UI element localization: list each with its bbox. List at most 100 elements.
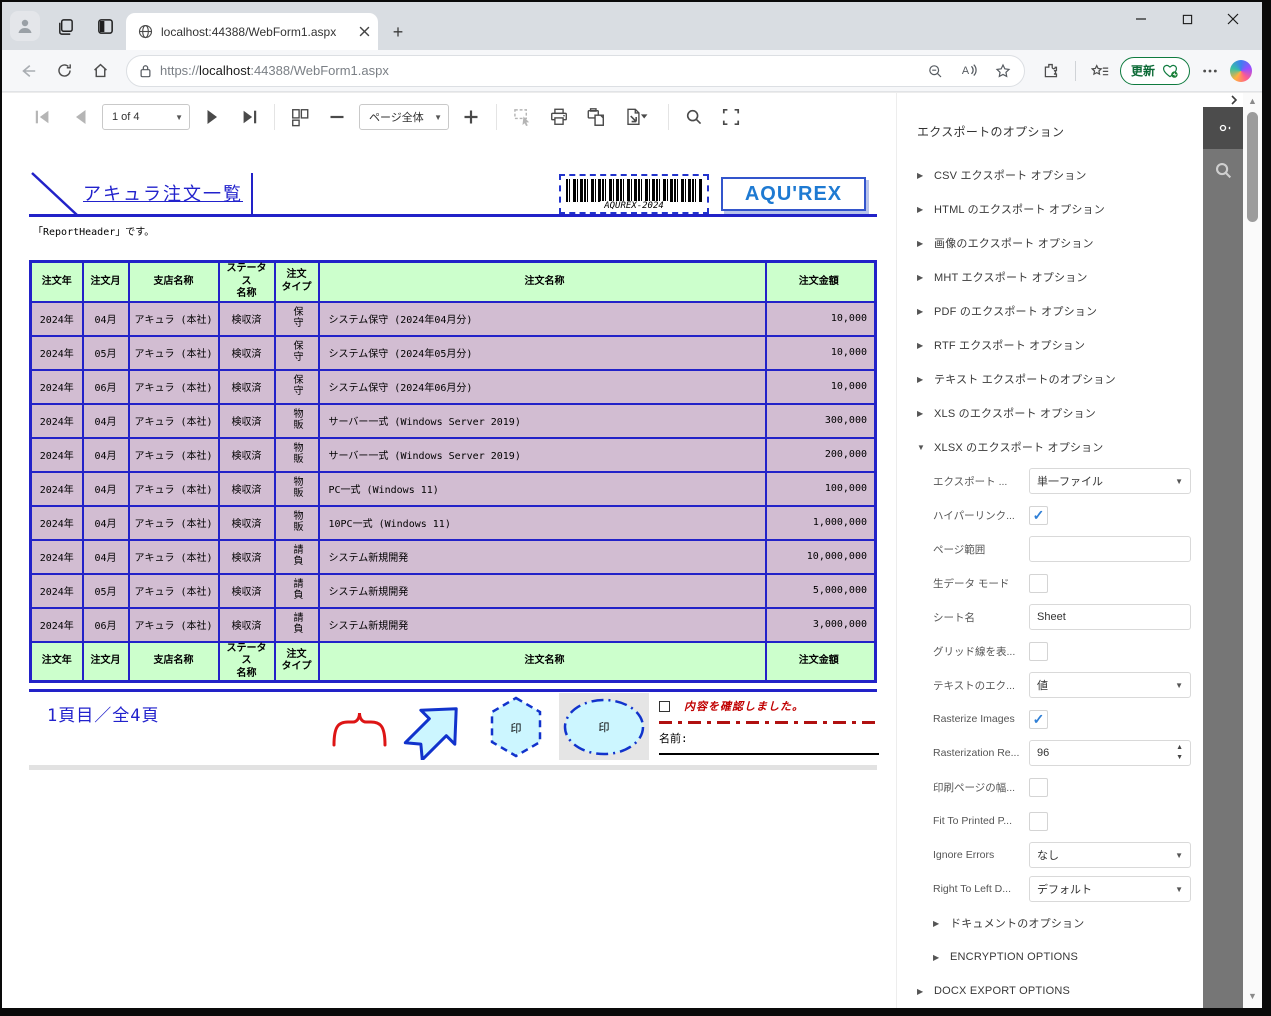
table-row: 2024年 05月 アキュラ (本社) 検収済 請負 システム新規開発 5,00… bbox=[29, 572, 877, 609]
print-page-setup-button[interactable] bbox=[581, 103, 611, 131]
export-section-header[interactable]: ▶ CSV エクスポート オプション bbox=[917, 158, 1203, 192]
highlight-editing-fields-button[interactable] bbox=[507, 103, 537, 131]
next-page-button[interactable] bbox=[197, 103, 227, 131]
field-label: Right To Left D... bbox=[933, 883, 1012, 895]
previous-page-button[interactable] bbox=[65, 103, 95, 131]
collapse-panel-button[interactable] bbox=[1203, 93, 1243, 107]
order-table: 注文年 注文月 支店名称 ステータス 名称 注文 タイプ 注文名称 注文金額 2… bbox=[29, 260, 877, 683]
chevron-down-icon: ▼ bbox=[175, 112, 183, 122]
spinner-arrows[interactable]: ▲ ▼ bbox=[1176, 743, 1183, 763]
tab-close-icon[interactable] bbox=[359, 26, 370, 37]
chevron-down-icon: ▼ bbox=[1175, 476, 1183, 486]
search-tab[interactable] bbox=[1203, 149, 1243, 191]
field-label: ハイパーリンク... bbox=[933, 509, 1015, 522]
minimize-button[interactable] bbox=[1118, 2, 1164, 36]
chevron-right-icon: ▶ bbox=[917, 374, 924, 384]
table-row: 2024年 04月 アキュラ (本社) 検収済 保守 システム保守 (2024年… bbox=[29, 300, 877, 337]
print-button[interactable] bbox=[544, 103, 574, 131]
update-label: 更新 bbox=[1130, 64, 1155, 78]
maximize-button[interactable] bbox=[1164, 2, 1210, 36]
address-bar[interactable]: https://localhost:44388/WebForm1.aspx A bbox=[126, 54, 1025, 87]
star-icon bbox=[995, 63, 1011, 78]
options-tab[interactable] bbox=[1203, 107, 1243, 149]
export-section-header[interactable]: ▶ HTML のエクスポート オプション bbox=[917, 192, 1203, 226]
page-select[interactable]: 1 of 4 ▼ bbox=[102, 104, 190, 130]
export-section-header[interactable]: ▶ DOCX EXPORT OPTIONS bbox=[917, 974, 1203, 1008]
hyperlink-checkbox[interactable]: ✓ bbox=[1029, 505, 1048, 525]
tab-actions-button[interactable] bbox=[90, 11, 120, 41]
right-to-left-select[interactable]: デフォルト ▼ bbox=[1029, 876, 1191, 902]
zoom-in-button[interactable] bbox=[456, 103, 486, 131]
zoom-out-button[interactable] bbox=[322, 103, 352, 131]
export-section-header[interactable]: ▶ RTF エクスポート オプション bbox=[917, 328, 1203, 362]
chevron-right-icon: ▶ bbox=[933, 952, 940, 962]
table-row: 2024年 04月 アキュラ (本社) 検収済 請負 システム新規開発 10,0… bbox=[29, 538, 877, 575]
page-range-input[interactable] bbox=[1029, 536, 1191, 562]
print-page-width-checkbox[interactable] bbox=[1029, 777, 1048, 797]
url-text[interactable]: https://localhost:44388/WebForm1.aspx bbox=[160, 63, 914, 78]
text-export-select[interactable]: 値 ▼ bbox=[1029, 672, 1191, 698]
rasterize-images-checkbox[interactable]: ✓ bbox=[1029, 709, 1048, 729]
fullscreen-button[interactable] bbox=[716, 103, 746, 131]
ignore-errors-select[interactable]: なし ▼ bbox=[1029, 842, 1191, 868]
search-button[interactable] bbox=[679, 103, 709, 131]
refresh-button[interactable] bbox=[48, 55, 80, 87]
sheet-name-input[interactable]: Sheet bbox=[1029, 604, 1191, 630]
export-button[interactable] bbox=[618, 103, 658, 131]
ellipsis-icon bbox=[1203, 69, 1217, 72]
scroll-down-arrow[interactable]: ▼ bbox=[1248, 991, 1257, 1005]
zoom-mode-select[interactable]: ページ全体 ▼ bbox=[359, 104, 449, 130]
export-section-header[interactable]: ▶ MHT エクスポート オプション bbox=[917, 260, 1203, 294]
export-section-header[interactable]: ▶ テキスト エクスポートのオプション bbox=[917, 362, 1203, 396]
confirm-checkbox[interactable] bbox=[659, 700, 670, 712]
browser-update-button[interactable]: 更新 bbox=[1119, 56, 1190, 85]
export-subsection-header[interactable]: ▶ ドキュメントのオプション bbox=[933, 906, 1203, 940]
field-label: Fit To Printed P... bbox=[933, 815, 1012, 827]
export-mode-select[interactable]: 単一ファイル ▼ bbox=[1029, 468, 1191, 494]
favorites-list-icon bbox=[1090, 63, 1109, 75]
back-button[interactable] bbox=[12, 55, 44, 87]
export-section-header[interactable]: ▶ PDF のエクスポート オプション bbox=[917, 294, 1203, 328]
export-section-header[interactable]: ▶ XLS のエクスポート オプション bbox=[917, 396, 1203, 430]
copilot-icon[interactable] bbox=[1230, 59, 1252, 82]
scroll-up-arrow[interactable]: ▲ bbox=[1248, 96, 1257, 110]
settings-menu-button[interactable] bbox=[1194, 55, 1226, 87]
home-button[interactable] bbox=[84, 55, 116, 87]
multipage-mode-button[interactable] bbox=[285, 103, 315, 131]
rasterization-resolution-spinner[interactable]: 96 ▲ ▼ bbox=[1029, 740, 1191, 766]
gridlines-checkbox[interactable] bbox=[1029, 641, 1048, 661]
export-section-header[interactable]: ▶ 画像のエクスポート オプション bbox=[917, 226, 1203, 260]
toolbar-separator bbox=[668, 104, 669, 130]
last-page-button[interactable] bbox=[234, 103, 264, 131]
close-button[interactable] bbox=[1210, 2, 1256, 36]
profile-avatar[interactable] bbox=[10, 11, 40, 41]
magnifier-minus-icon bbox=[929, 64, 942, 77]
chevron-right-icon: ▶ bbox=[917, 340, 924, 350]
raw-data-checkbox[interactable] bbox=[1029, 573, 1048, 593]
favorites-button[interactable] bbox=[1084, 55, 1116, 87]
first-page-button[interactable] bbox=[28, 103, 58, 131]
fit-to-printed-checkbox[interactable] bbox=[1029, 811, 1048, 831]
scrollbar-thumb[interactable] bbox=[1247, 112, 1258, 222]
read-aloud-button[interactable]: A bbox=[956, 58, 982, 84]
new-tab-button[interactable]: + bbox=[384, 18, 412, 46]
barcode-label: AQUREX-2024 bbox=[600, 201, 668, 211]
red-dash-dot-line bbox=[659, 721, 879, 724]
panel-scrollbar[interactable]: ▲ ▼ bbox=[1243, 93, 1262, 1008]
workspaces-button[interactable] bbox=[50, 11, 80, 41]
toolbar-divider bbox=[1074, 60, 1076, 81]
gear-icon bbox=[1219, 124, 1231, 132]
report-header: アキュラ注文一覧 AQUREX-2024 AQU'REX bbox=[29, 171, 877, 217]
barcode-bars bbox=[566, 179, 702, 202]
xlsx-options: エクスポート ... 単一ファイル ▼ ハイパーリンク... ✓ ページ範囲 生デ… bbox=[917, 464, 1203, 906]
field-label: エクスポート ... bbox=[933, 475, 1008, 488]
zoom-out-page-button[interactable] bbox=[922, 58, 948, 84]
favorite-star-button[interactable] bbox=[990, 58, 1016, 84]
table-row: 2024年 04月 アキュラ (本社) 検収済 物販 PC一式 (Windows… bbox=[29, 470, 877, 507]
export-subsection-header[interactable]: ▶ ENCRYPTION OPTIONS bbox=[933, 940, 1203, 974]
browser-tab[interactable]: localhost:44388/WebForm1.aspx bbox=[126, 13, 378, 50]
chevron-right-icon: ▶ bbox=[917, 272, 924, 282]
extensions-button[interactable] bbox=[1035, 55, 1067, 87]
confirmation-block: 内容を確認しました。 名前: bbox=[659, 698, 879, 755]
xlsx-section-header[interactable]: ▼ XLSX のエクスポート オプション bbox=[917, 430, 1203, 464]
